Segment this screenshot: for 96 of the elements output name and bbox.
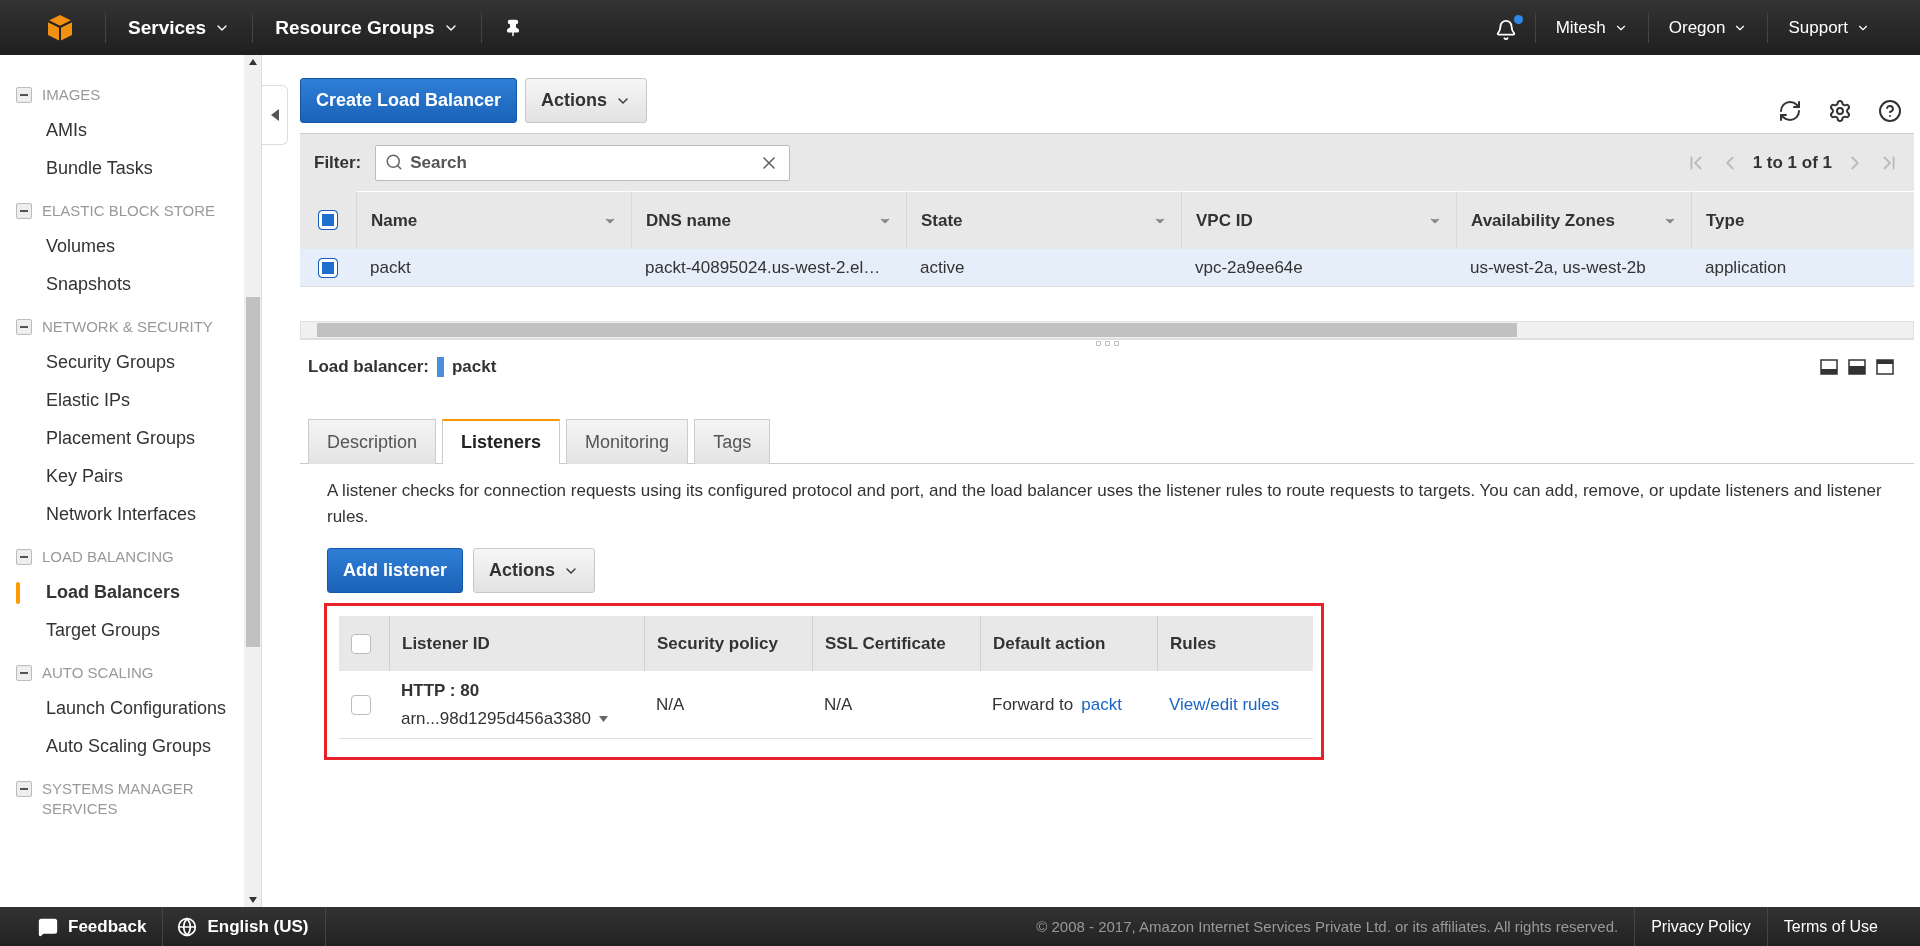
scroll-down-icon[interactable]	[248, 897, 257, 903]
sidebar-item[interactable]: Key Pairs	[16, 457, 244, 495]
nav-menu[interactable]: Support	[1767, 12, 1890, 43]
target-link[interactable]: packt	[1081, 694, 1122, 715]
listener-protocol: HTTP : 80	[401, 680, 481, 701]
filter-label: Filter:	[314, 152, 362, 173]
resize-handle[interactable]	[300, 339, 1914, 347]
marker-icon	[436, 357, 444, 377]
collapse-tab[interactable]	[262, 85, 288, 145]
sidebar-item[interactable]: Load Balancers	[16, 573, 244, 611]
add-listener-button[interactable]: Add listener	[327, 548, 464, 593]
default-action-text: Forward to	[992, 694, 1074, 715]
checkbox[interactable]	[318, 257, 338, 278]
tab[interactable]: Monitoring	[566, 419, 689, 464]
sidebar-item[interactable]: Auto Scaling Groups	[16, 727, 244, 765]
checkbox[interactable]	[351, 633, 371, 654]
nav-menu[interactable]: Mitesh	[1534, 12, 1648, 43]
section-heading: AUTO SCALING	[42, 663, 155, 683]
table-cell: vpc-2a9ee64e	[1181, 249, 1456, 287]
column-header[interactable]: Availability Zones	[1456, 191, 1691, 249]
table-cell-text: N/A	[656, 694, 686, 715]
column-header: Default action	[980, 616, 1157, 671]
search-field[interactable]: Search	[375, 144, 791, 181]
feedback-button[interactable]: Feedback	[0, 907, 164, 946]
sidebar-item[interactable]: Snapshots	[16, 265, 244, 303]
column-header: Rules	[1157, 616, 1313, 671]
sidebar-item[interactable]: Security Groups	[16, 343, 244, 381]
triangle-left-icon	[270, 109, 279, 121]
globe-icon	[177, 916, 198, 937]
table-cell-text: N/A	[824, 694, 854, 715]
column-header[interactable]: State	[906, 191, 1181, 249]
load-balancer-name: packt	[451, 357, 497, 377]
section-heading: ELASTIC BLOCK STORE	[42, 201, 217, 221]
help-icon[interactable]	[1878, 99, 1902, 123]
copyright-text: © 2008 - 2017, Amazon Internet Services Private Ltd. or its affiliates. All rights reserved.	[1036, 918, 1620, 935]
sidebar-item[interactable]: AMIs	[16, 111, 244, 149]
collapse-icon[interactable]	[16, 665, 32, 681]
tab[interactable]: Description	[308, 419, 437, 464]
detail-label: Load balancer:	[308, 357, 429, 377]
column-header[interactable]: DNS name	[631, 191, 906, 249]
sidebar-item[interactable]: Target Groups	[16, 611, 244, 649]
sidebar-item[interactable]: Placement Groups	[16, 419, 244, 457]
sidebar-item[interactable]: Bundle Tasks	[16, 149, 244, 187]
collapse-icon[interactable]	[16, 319, 32, 335]
vertical-scrollbar[interactable]	[244, 55, 261, 907]
create-load-balancer-button[interactable]: Create Load Balancer	[300, 78, 518, 123]
search-icon	[385, 152, 404, 171]
collapse-icon[interactable]	[16, 203, 32, 219]
table-cell: active	[906, 249, 1181, 287]
language-selector[interactable]: English (US)	[163, 907, 326, 946]
section-heading: NETWORK & SECURITY	[42, 317, 214, 337]
checkbox[interactable]	[351, 694, 371, 715]
horizontal-scrollbar[interactable]	[300, 321, 1914, 339]
sidebar-item[interactable]: Elastic IPs	[16, 381, 244, 419]
sidebar-item[interactable]: Volumes	[16, 227, 244, 265]
tab[interactable]: Listeners	[442, 419, 561, 464]
tab[interactable]: Tags	[694, 419, 771, 464]
settings-icon[interactable]	[1828, 99, 1852, 123]
nav-menu[interactable]: Oregon	[1647, 12, 1768, 43]
sidebar-item[interactable]: Network Interfaces	[16, 495, 244, 533]
nav-menu[interactable]: Resource Groups	[252, 12, 481, 43]
column-header[interactable]: Name	[356, 191, 631, 249]
column-header: Listener ID	[389, 616, 644, 671]
footer-link[interactable]: Terms of Use	[1766, 907, 1894, 946]
speech-bubble-icon	[38, 916, 58, 937]
layout-icons[interactable]	[1820, 359, 1894, 375]
collapse-icon[interactable]	[16, 87, 32, 103]
table-cell: application	[1691, 249, 1914, 287]
column-header: Security policy	[644, 616, 812, 671]
column-header: SSL Certificate	[812, 616, 980, 671]
description-text: A listener checks for connection requests using its configured protocol and port, and the load balancer uses the listener rules to route requests to targets. You can add, remove, or update listeners and listener rules.	[327, 480, 1883, 528]
sidebar-item[interactable]: Launch Configurations	[16, 689, 244, 727]
nav-menu[interactable]: Services	[105, 12, 253, 43]
section-heading: SYSTEMS MANAGER SERVICES	[42, 779, 195, 819]
actions-button[interactable]: Actions	[473, 548, 596, 593]
collapse-icon[interactable]	[16, 781, 32, 797]
bell-icon[interactable]	[1494, 18, 1517, 41]
checkbox[interactable]	[318, 210, 338, 230]
section-heading: LOAD BALANCING	[42, 547, 175, 567]
footer-link[interactable]: Privacy Policy	[1634, 907, 1767, 946]
actions-button[interactable]: Actions	[525, 78, 648, 123]
column-header[interactable]: Type	[1691, 191, 1914, 249]
listener-arn: arn...98d1295d456a3380	[401, 708, 591, 729]
table-cell: us-west-2a, us-west-2b	[1456, 249, 1691, 287]
scroll-up-icon[interactable]	[248, 59, 257, 65]
table-cell: packt-40895024.us-west-2.el…	[631, 249, 906, 287]
rules-link[interactable]: View/edit rules	[1169, 694, 1301, 715]
refresh-icon[interactable]	[1778, 99, 1802, 123]
row-select-cell[interactable]	[300, 249, 356, 287]
table-cell: packt	[356, 249, 631, 287]
section-heading: IMAGES	[42, 85, 102, 105]
column-header[interactable]: VPC ID	[1181, 191, 1456, 249]
pagination-text: 1 to 1 of 1	[1752, 152, 1832, 173]
collapse-icon[interactable]	[16, 549, 32, 565]
caret-icon[interactable]	[599, 715, 608, 722]
cube-logo[interactable]	[45, 12, 75, 43]
